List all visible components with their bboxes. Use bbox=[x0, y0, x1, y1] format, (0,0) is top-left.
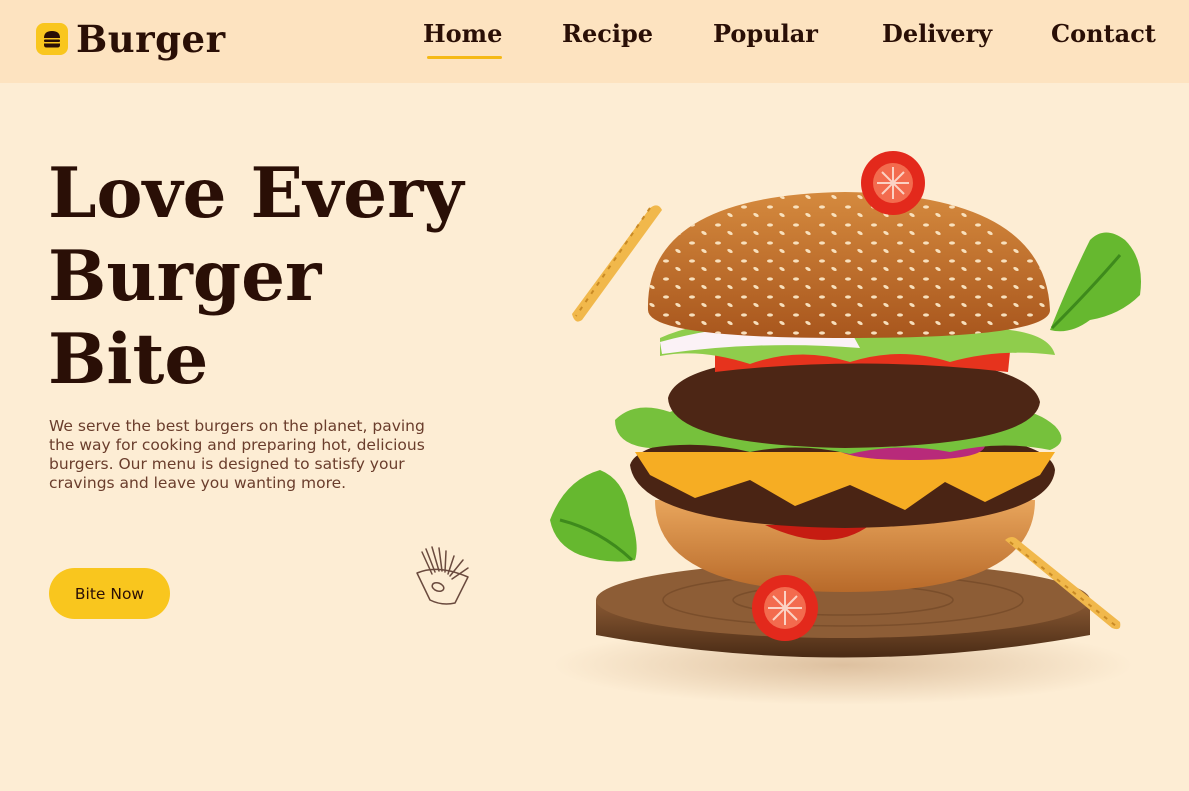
hero-title-line: Burger bbox=[48, 236, 322, 317]
burger-illustration bbox=[550, 151, 1141, 705]
hero-title-line: Love Every bbox=[48, 153, 464, 234]
hero-title-line: Bite bbox=[48, 319, 209, 400]
site-header: Burger Home Recipe Popular Delivery Cont… bbox=[0, 0, 1189, 83]
brand-name: Burger bbox=[76, 16, 226, 61]
hero-title: Love Every Burger Bite bbox=[48, 152, 508, 401]
bite-now-button[interactable]: Bite Now bbox=[49, 568, 170, 619]
nav-active-indicator bbox=[427, 56, 502, 59]
nav-link-home[interactable]: Home bbox=[423, 22, 502, 46]
brand[interactable]: Burger bbox=[36, 18, 226, 60]
nav-link-delivery[interactable]: Delivery bbox=[882, 22, 992, 46]
nav-link-recipe[interactable]: Recipe bbox=[562, 22, 653, 46]
burger-icon bbox=[36, 23, 68, 55]
nav-link-contact[interactable]: Contact bbox=[1051, 22, 1156, 46]
fries-doodle-icon bbox=[416, 546, 469, 605]
nav-link-popular[interactable]: Popular bbox=[713, 22, 818, 46]
hero-description: We serve the best burgers on the planet,… bbox=[49, 417, 425, 492]
